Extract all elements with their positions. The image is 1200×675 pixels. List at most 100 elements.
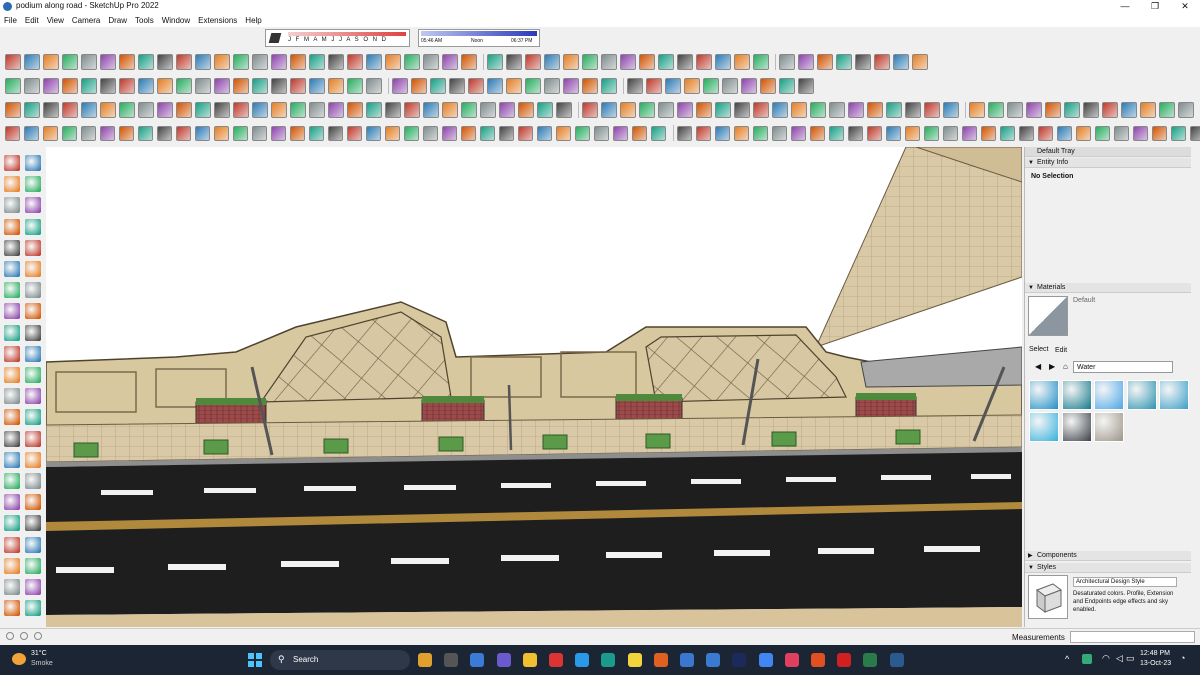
toolbar-tool-icon[interactable]	[176, 125, 191, 141]
toolbar-tool-icon[interactable]	[601, 54, 617, 70]
tool-icon[interactable]	[25, 176, 41, 193]
tool-icon[interactable]	[25, 515, 41, 532]
toolbar-tool-icon[interactable]	[1140, 102, 1156, 118]
toolbar-tool-icon[interactable]	[81, 54, 97, 70]
toolbar-tool-icon[interactable]	[328, 54, 344, 70]
toolbar-tool-icon[interactable]	[271, 54, 287, 70]
toolbar-tool-icon[interactable]	[969, 102, 985, 118]
toolbar-tool-icon[interactable]	[309, 102, 325, 118]
taskbar-app-icon[interactable]	[889, 653, 904, 667]
toolbar-tool-icon[interactable]	[988, 102, 1004, 118]
toolbar-tool-icon[interactable]	[658, 102, 674, 118]
toolbar-tool-icon[interactable]	[62, 125, 77, 141]
toolbar-tool-icon[interactable]	[1178, 102, 1194, 118]
toolbar-tool-icon[interactable]	[195, 54, 211, 70]
toolbar-tool-icon[interactable]	[423, 125, 438, 141]
toolbar-tool-icon[interactable]	[943, 125, 958, 141]
toolbar-tool-icon[interactable]	[715, 54, 731, 70]
toolbar-tool-icon[interactable]	[252, 125, 267, 141]
toolbar-tool-icon[interactable]	[138, 54, 154, 70]
shadow-time-slider[interactable]: 05:46 AM Noon 06:37 PM	[418, 29, 540, 47]
toolbar-tool-icon[interactable]	[385, 125, 400, 141]
tool-icon[interactable]	[4, 345, 20, 362]
toolbar-tool-icon[interactable]	[157, 54, 173, 70]
toolbar-tool-icon[interactable]	[1057, 125, 1072, 141]
tool-icon[interactable]	[4, 197, 20, 214]
toolbar-tool-icon[interactable]	[912, 54, 928, 70]
toolbar-tool-icon[interactable]	[487, 54, 503, 70]
materials-header[interactable]: ▼ Materials	[1025, 283, 1191, 293]
menu-tools[interactable]: Tools	[135, 16, 154, 25]
toolbar-tool-icon[interactable]	[1045, 102, 1061, 118]
toolbar-tool-icon[interactable]	[893, 54, 909, 70]
toolbar-tool-icon[interactable]	[506, 78, 522, 94]
tool-icon[interactable]	[25, 345, 41, 362]
toolbar-tool-icon[interactable]	[753, 54, 769, 70]
back-arrow-icon[interactable]: ◀	[1035, 362, 1041, 371]
taskbar-search[interactable]: ⚲ Search	[270, 650, 410, 670]
toolbar-tool-icon[interactable]	[5, 54, 21, 70]
toolbar-tool-icon[interactable]	[779, 78, 795, 94]
toolbar-tool-icon[interactable]	[544, 54, 560, 70]
tool-icon[interactable]	[4, 218, 20, 235]
taskbar-app-icon[interactable]	[863, 653, 878, 667]
toolbar-tool-icon[interactable]	[696, 54, 712, 70]
toolbar-tool-icon[interactable]	[575, 125, 590, 141]
toolbar-tool-icon[interactable]	[1076, 125, 1091, 141]
toolbar-tool-icon[interactable]	[582, 54, 598, 70]
toolbar-tool-icon[interactable]	[867, 125, 882, 141]
toolbar-tool-icon[interactable]	[43, 125, 58, 141]
materials-tab-select[interactable]: Select	[1029, 346, 1048, 353]
toolbar-tool-icon[interactable]	[646, 78, 662, 94]
toolbar-tool-icon[interactable]	[1019, 125, 1034, 141]
toolbar-tool-icon[interactable]	[366, 125, 381, 141]
toolbar-tool-icon[interactable]	[461, 54, 477, 70]
tool-icon[interactable]	[25, 451, 41, 468]
taskbar-app-icon[interactable]	[706, 653, 721, 667]
toolbar-tool-icon[interactable]	[684, 78, 700, 94]
toolbar-tool-icon[interactable]	[62, 102, 78, 118]
toolbar-tool-icon[interactable]	[24, 78, 40, 94]
tool-icon[interactable]	[25, 536, 41, 553]
toolbar-tool-icon[interactable]	[195, 102, 211, 118]
materials-collection-dropdown[interactable]: Water	[1073, 361, 1173, 373]
toolbar-tool-icon[interactable]	[537, 125, 552, 141]
toolbar-tool-icon[interactable]	[423, 54, 439, 70]
toolbar-tool-icon[interactable]	[772, 102, 788, 118]
maximize-icon[interactable]: ❐	[1140, 0, 1170, 13]
material-swatch[interactable]	[1029, 412, 1059, 442]
tool-icon[interactable]	[4, 494, 20, 511]
toolbar-tool-icon[interactable]	[5, 125, 20, 141]
toolbar-tool-icon[interactable]	[905, 102, 921, 118]
menu-file[interactable]: File	[4, 16, 17, 25]
toolbar-tool-icon[interactable]	[290, 125, 305, 141]
toolbar-tool-icon[interactable]	[290, 102, 306, 118]
toolbar-tool-icon[interactable]	[499, 102, 515, 118]
toolbar-tool-icon[interactable]	[392, 78, 408, 94]
volume-icon[interactable]: ◁	[1116, 653, 1123, 664]
tool-icon[interactable]	[4, 579, 20, 595]
tool-icon[interactable]	[25, 557, 41, 574]
toolbar-tool-icon[interactable]	[632, 125, 647, 141]
toolbar-tool-icon[interactable]	[62, 78, 78, 94]
forward-arrow-icon[interactable]: ▶	[1049, 362, 1055, 371]
model-viewport[interactable]	[46, 147, 1022, 627]
toolbar-tool-icon[interactable]	[525, 54, 541, 70]
toolbar-tool-icon[interactable]	[665, 78, 681, 94]
tool-icon[interactable]	[25, 473, 41, 489]
toolbar-tool-icon[interactable]	[905, 125, 920, 141]
toolbar-tool-icon[interactable]	[423, 102, 439, 118]
toolbar-tool-icon[interactable]	[119, 125, 134, 141]
toolbar-tool-icon[interactable]	[480, 125, 495, 141]
toolbar-tool-icon[interactable]	[24, 54, 40, 70]
tool-icon[interactable]	[25, 409, 41, 426]
toolbar-tool-icon[interactable]	[442, 102, 458, 118]
menu-help[interactable]: Help	[245, 16, 261, 25]
toolbar-tool-icon[interactable]	[100, 54, 116, 70]
toolbar-tool-icon[interactable]	[1095, 125, 1110, 141]
toolbar-tool-icon[interactable]	[100, 78, 116, 94]
toolbar-tool-icon[interactable]	[309, 54, 325, 70]
toolbar-tool-icon[interactable]	[347, 78, 363, 94]
toolbar-tool-icon[interactable]	[290, 54, 306, 70]
toolbar-tool-icon[interactable]	[271, 102, 287, 118]
